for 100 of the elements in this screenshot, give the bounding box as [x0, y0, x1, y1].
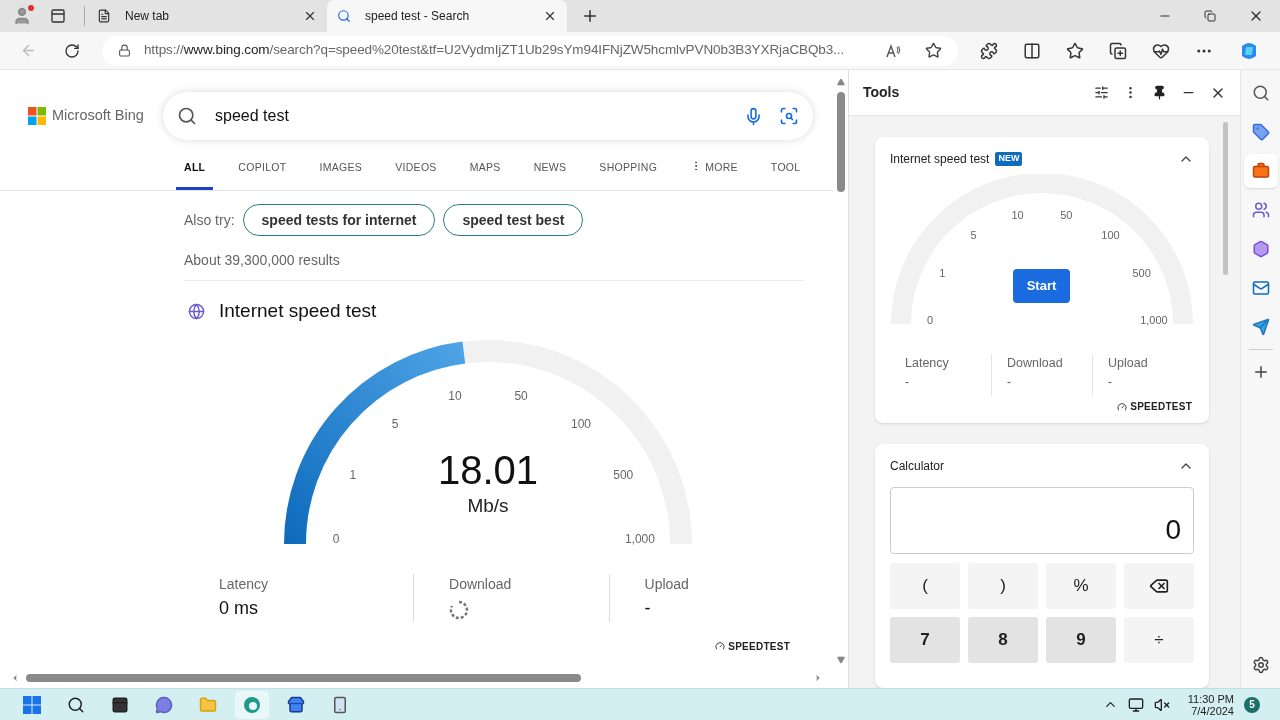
close-tab-icon[interactable] — [303, 9, 317, 23]
nav-tab[interactable]: MAPS — [461, 160, 509, 190]
task-view-icon[interactable] — [111, 695, 129, 714]
pane-scrollbar-thumb[interactable] — [1223, 122, 1228, 275]
clock-date[interactable]: 7/4/2024 — [1191, 704, 1234, 717]
speedometer-icon — [715, 641, 726, 651]
search-icon — [337, 9, 351, 23]
speed-reading: 18.01 — [437, 447, 539, 492]
chat-icon[interactable] — [155, 695, 173, 714]
profile-icon[interactable] — [12, 6, 32, 26]
notification-badge[interactable]: 5 — [1244, 696, 1260, 713]
gauge-tick-label: 5 — [970, 229, 977, 242]
restore-icon[interactable] — [1204, 10, 1216, 22]
nav-tab[interactable]: NEWS — [525, 160, 575, 190]
collections-icon[interactable] — [1109, 41, 1127, 60]
gauge-tick-label: 1 — [349, 467, 357, 482]
stat-value: - — [905, 373, 910, 391]
nav-tab[interactable]: ALL — [176, 160, 214, 190]
speedtest-brand: SPEEDTEST — [1130, 400, 1192, 414]
pin-icon[interactable] — [1152, 85, 1167, 100]
stat-label: Latency — [219, 574, 270, 594]
toolbox-icon — [1251, 162, 1270, 180]
stat-label: Download — [449, 574, 513, 594]
phone-icon[interactable] — [331, 695, 349, 714]
close-tab-icon[interactable] — [543, 9, 557, 23]
start-button[interactable]: Start — [1013, 269, 1070, 303]
gauge-tick-label: 5 — [391, 416, 399, 431]
stat-value: 0 ms — [219, 596, 259, 620]
card-title: Calculator — [890, 458, 945, 476]
store-icon[interactable] — [287, 695, 305, 714]
calculator-key[interactable]: ÷ — [1124, 617, 1194, 664]
nav-tab[interactable]: TOOL — [762, 160, 809, 190]
lock-icon — [117, 44, 131, 57]
people-icon[interactable] — [1251, 201, 1270, 219]
volume-muted-icon[interactable] — [1153, 696, 1170, 713]
browser-tab[interactable]: New tab — [87, 0, 327, 32]
bing-logo-text[interactable]: Microsoft Bing — [52, 105, 144, 127]
tag-icon[interactable] — [1251, 123, 1270, 141]
refresh-icon[interactable] — [63, 42, 80, 59]
calculator-key[interactable]: ) — [968, 563, 1038, 610]
calculator-display: 0 — [890, 487, 1194, 555]
network-icon[interactable] — [1127, 696, 1144, 713]
favorite-star-icon[interactable] — [925, 42, 942, 59]
gauge-tick-label: 1 — [939, 266, 946, 279]
results-count: About 39,300,000 results — [184, 252, 340, 268]
microsoft-logo-icon[interactable] — [28, 107, 46, 125]
search-icon[interactable] — [67, 695, 85, 714]
stat-value: - — [1108, 373, 1113, 391]
search-icon[interactable] — [1251, 84, 1270, 102]
start-icon[interactable] — [23, 695, 41, 714]
gauge-tick-label: 10 — [1011, 208, 1024, 221]
scroll-up-icon[interactable] — [836, 78, 845, 86]
send-icon[interactable] — [1251, 318, 1270, 336]
pane-title: Tools — [863, 83, 900, 102]
gauge-tick-label: 0 — [332, 531, 340, 546]
hexagon-icon[interactable] — [1251, 240, 1270, 258]
scroll-right-icon[interactable] — [813, 673, 823, 683]
gauge-tick-label: 1,000 — [624, 531, 655, 546]
speed-unit: Mb/s — [467, 494, 509, 516]
calculator-key[interactable] — [1124, 563, 1194, 610]
tab-actions-icon[interactable] — [50, 8, 66, 24]
vertical-scrollbar-thumb[interactable] — [836, 92, 845, 192]
microphone-icon[interactable] — [744, 106, 763, 126]
scroll-left-icon[interactable] — [10, 673, 20, 683]
loading-spinner-icon — [449, 599, 470, 620]
calculator-key[interactable]: 8 — [968, 617, 1038, 664]
settings-icon[interactable] — [1251, 656, 1270, 674]
scroll-down-icon[interactable] — [836, 656, 845, 664]
calculator-key[interactable]: 9 — [1046, 617, 1116, 664]
clock-time[interactable]: 11:30 PM — [1187, 692, 1234, 705]
speedtest-brand: SPEEDTEST — [728, 639, 790, 654]
favorites-icon[interactable] — [1066, 41, 1084, 60]
mail-icon[interactable] — [1251, 279, 1270, 297]
new-tab-icon[interactable] — [581, 7, 599, 25]
stat-label: Latency — [905, 355, 950, 372]
tools-sidebar-button[interactable] — [1243, 154, 1278, 188]
customize-icon[interactable] — [1094, 85, 1109, 100]
gauge-tick-label: 100 — [570, 416, 591, 431]
result-title[interactable]: Internet speed test — [219, 297, 377, 326]
visual-search-icon[interactable] — [779, 106, 799, 126]
nav-tab[interactable]: COPILOT — [230, 160, 295, 190]
nav-tab[interactable]: VIDEOS — [387, 160, 445, 190]
nav-tab[interactable]: SHOPPING — [591, 160, 666, 190]
extensions-icon[interactable] — [980, 41, 998, 60]
browser-icon — [243, 695, 261, 714]
nav-tab[interactable]: MORE — [682, 160, 746, 190]
calculator-key[interactable]: % — [1046, 563, 1116, 610]
calculator-key[interactable]: 7 — [890, 617, 960, 664]
search-field[interactable]: speed test — [163, 92, 813, 140]
browser-tab[interactable]: speed test - Search — [327, 0, 567, 32]
gauge-tick-label: 1,000 — [1140, 314, 1168, 327]
browser-essentials-icon[interactable] — [1152, 41, 1170, 60]
browser-taskbar-button[interactable] — [235, 690, 269, 719]
address-bar[interactable]: https://www.bing.com/search?q=speed%20test&tf=U2VydmIjZT1Ub29sYm94IFNjZW5hcmlvPVN0b3B3YXRjaCBQb3... — [101, 35, 958, 66]
read-aloud-icon[interactable] — [885, 42, 901, 59]
calculator-key[interactable]: ( — [890, 563, 960, 610]
nav-tab[interactable]: IMAGES — [311, 160, 371, 190]
horizontal-scrollbar-thumb[interactable] — [26, 674, 581, 682]
split-screen-icon[interactable] — [1023, 41, 1041, 60]
gauge-tick-label: 10 — [448, 388, 462, 403]
